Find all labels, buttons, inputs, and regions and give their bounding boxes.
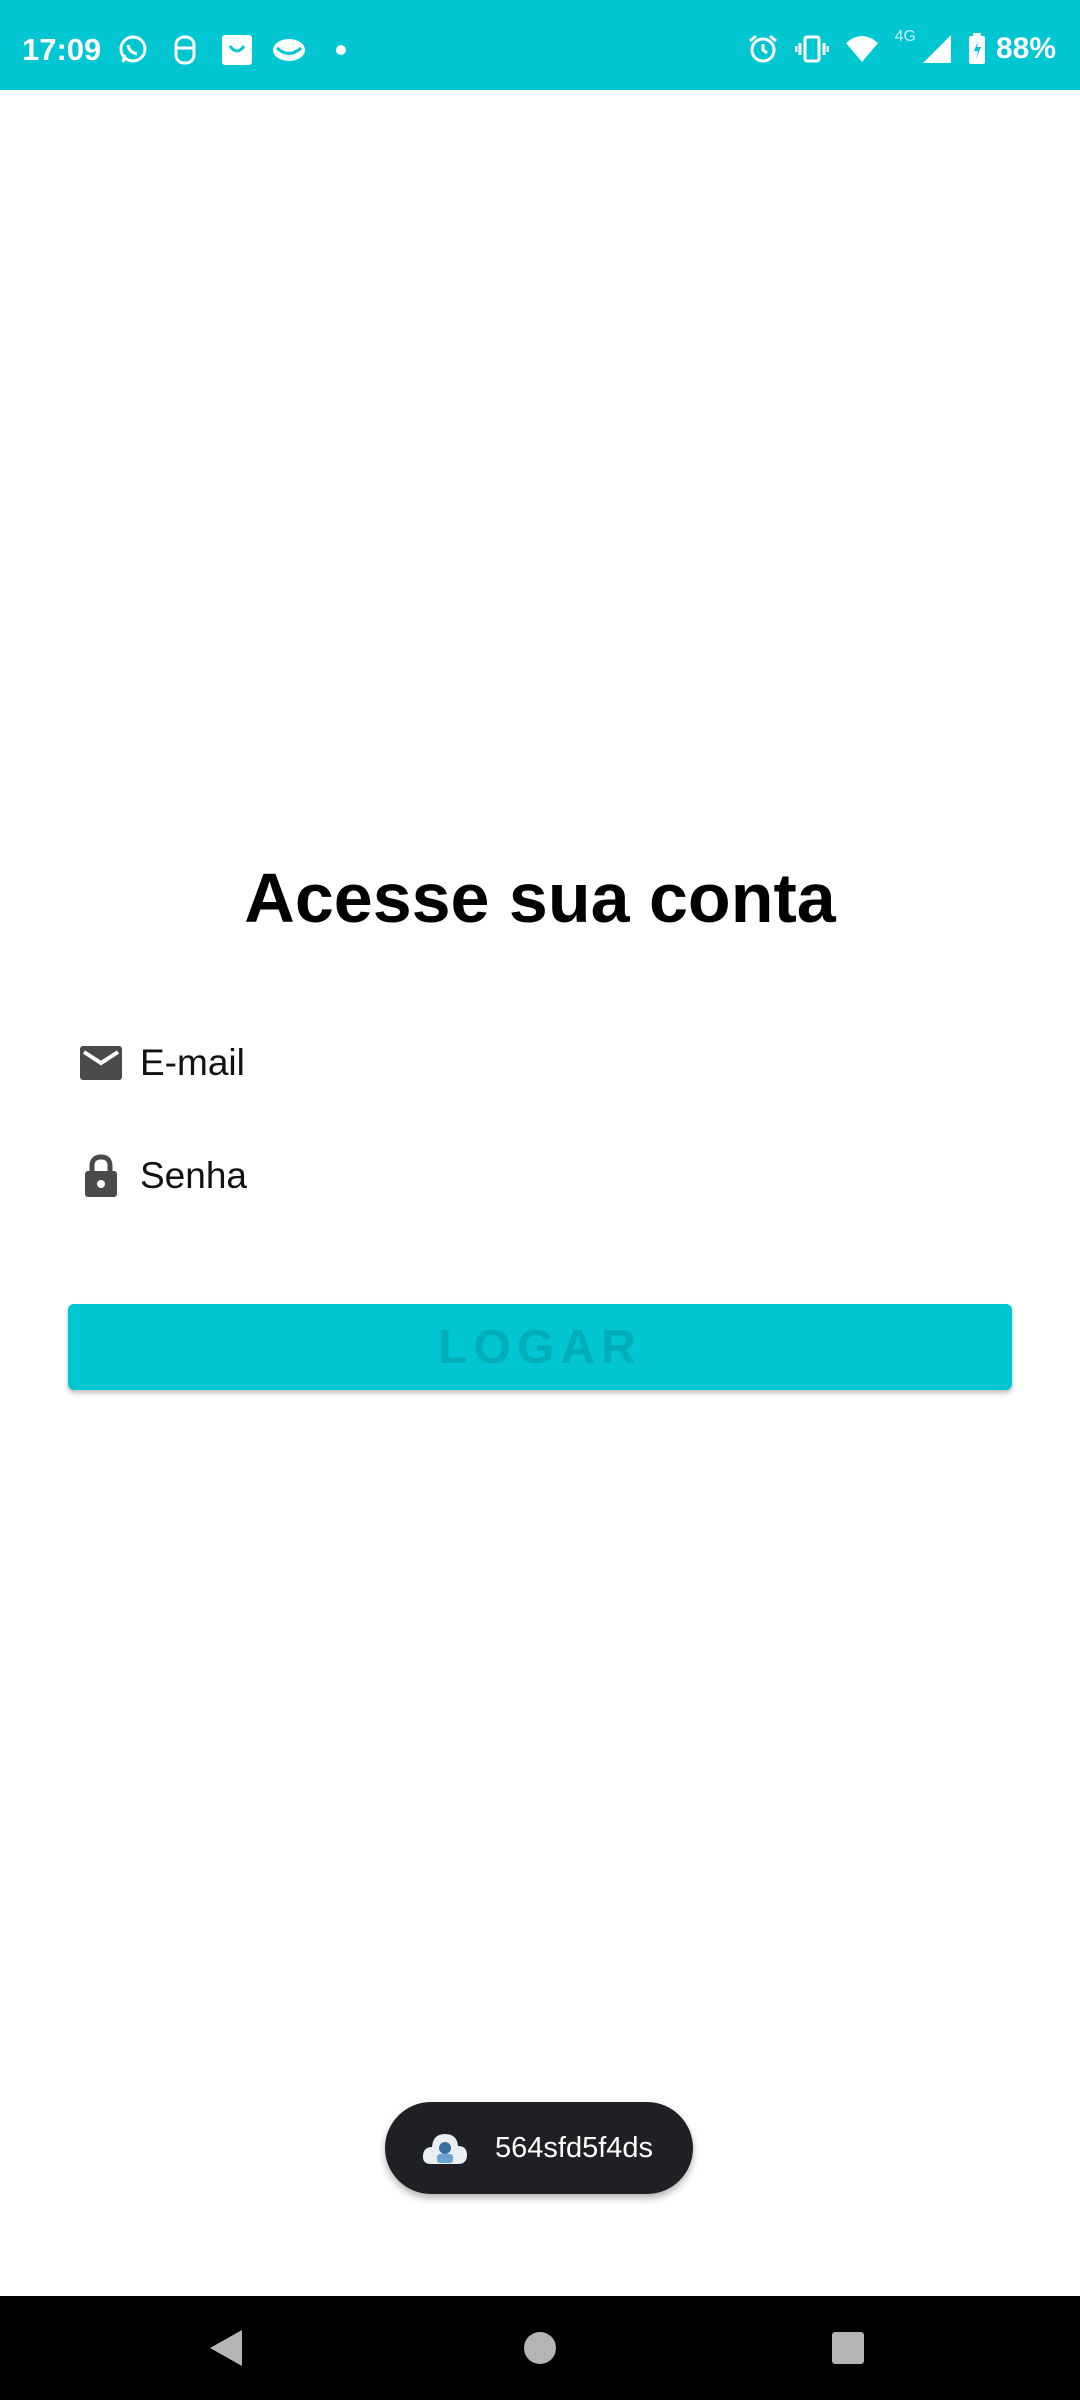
battery-percentage: 88% [995, 32, 1056, 65]
toast-message: 564sfd5f4ds [385, 2102, 693, 2194]
toast-text: 564sfd5f4ds [495, 2131, 654, 2164]
page-title: Acesse sua conta [244, 859, 836, 937]
network-type-label: 4G [894, 28, 916, 45]
login-button[interactable]: LOGAR [68, 1304, 1012, 1390]
battery-icon [968, 31, 986, 67]
email-placeholder: E-mail [140, 1042, 245, 1083]
signal-icon [922, 31, 952, 67]
mail-icon [78, 1040, 124, 1086]
app-icon [168, 33, 202, 67]
alarm-icon [747, 31, 779, 67]
dot-icon [324, 33, 358, 67]
back-icon [210, 2330, 242, 2366]
navigation-bar [0, 2296, 1080, 2400]
recents-button[interactable] [788, 2296, 908, 2400]
home-icon [524, 2332, 556, 2364]
shopping-bag-icon [220, 33, 254, 67]
app-eye-icon [272, 33, 306, 67]
lock-icon [78, 1153, 124, 1199]
notification-icons [116, 30, 358, 70]
whatsapp-icon [116, 33, 150, 67]
status-bar: 17:09 4G 88% [0, 0, 1080, 90]
cloud-app-icon [421, 2124, 469, 2172]
system-icons: 4G 88% [747, 28, 1056, 70]
network-type: 4G [895, 28, 916, 67]
home-button[interactable] [480, 2296, 600, 2400]
password-placeholder: Senha [140, 1155, 247, 1196]
wifi-icon [845, 31, 879, 67]
password-field[interactable]: Senha [78, 1146, 247, 1206]
recents-icon [832, 2332, 864, 2364]
email-field[interactable]: E-mail [78, 1033, 245, 1093]
vibrate-icon [794, 31, 829, 67]
status-time: 17:09 [22, 32, 102, 67]
back-button[interactable] [166, 2296, 286, 2400]
